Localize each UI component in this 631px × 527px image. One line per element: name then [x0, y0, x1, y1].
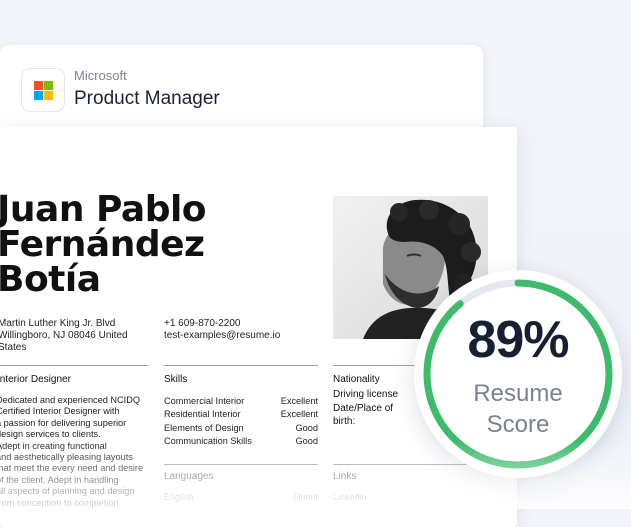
- score-ring: [423, 279, 613, 469]
- job-title: Product Manager: [74, 88, 220, 109]
- language-row: English Fluent: [164, 492, 318, 502]
- skill-row: Commercial Interior Excellent: [164, 396, 318, 406]
- email: test-examples@resume.io: [164, 330, 281, 341]
- links-title: Links: [333, 471, 357, 482]
- score-value: 89%: [467, 311, 569, 369]
- languages-title: Languages: [164, 471, 214, 482]
- contact-info: +1 609-870-2200 test-examples@resume.io: [164, 318, 324, 342]
- candidate-name: Juan Pablo Fernández Botía: [0, 189, 207, 300]
- microsoft-logo-icon: [21, 68, 65, 112]
- score-label: Resume Score: [473, 380, 563, 438]
- link-item[interactable]: Linkedin: [333, 492, 367, 502]
- skills-list: Commercial Interior Excellent Residentia…: [164, 395, 318, 448]
- section-divider: [164, 464, 318, 465]
- resume-score-badge: 89% Resume Score: [414, 270, 622, 478]
- phone: +1 609-870-2200: [164, 318, 241, 329]
- profile-title: Interior Designer: [0, 374, 71, 385]
- skill-row: Elements of Design Good: [164, 422, 318, 433]
- skill-row: Residential Interior Excellent: [164, 409, 318, 420]
- section-divider: [0, 365, 148, 366]
- profile-summary: Dedicated and experienced NCIDQ Certifie…: [0, 395, 144, 508]
- address: Martin Luther King Jr. Blvd Willingboro,…: [0, 318, 128, 353]
- section-divider: [164, 365, 318, 366]
- skill-row: Communication Skills Good: [164, 435, 318, 446]
- skills-title: Skills: [164, 374, 188, 385]
- job-card[interactable]: Microsoft Product Manager: [0, 45, 483, 140]
- personal-details: Nationality Driving license Date/Place o…: [333, 374, 399, 427]
- company-name: Microsoft: [74, 68, 127, 83]
